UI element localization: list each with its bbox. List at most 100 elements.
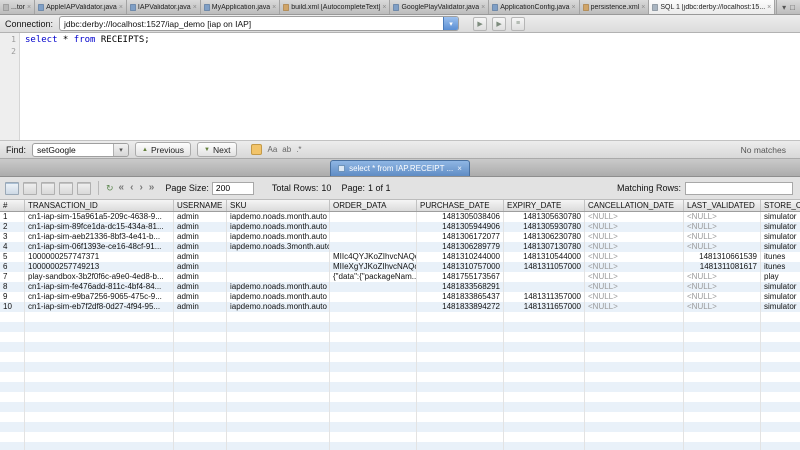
- cell-order-data[interactable]: [330, 282, 417, 292]
- cell-sku[interactable]: iapdemo.noads.3month.auto: [227, 242, 330, 252]
- cell-store-code[interactable]: play: [761, 272, 800, 282]
- cell-cancellation-date[interactable]: <NULL>: [585, 262, 684, 272]
- cell-last-validated[interactable]: <NULL>: [684, 222, 761, 232]
- cell-username[interactable]: admin: [174, 262, 227, 272]
- table-row-4[interactable]: 4cn1-iap-sim-06f1393e-ce16-48cf-91...adm…: [0, 242, 800, 252]
- table-row-3[interactable]: 3cn1-iap-sim-aeb21336-8bf3-4e41-b...admi…: [0, 232, 800, 242]
- cell-sku[interactable]: iapdemo.noads.month.auto: [227, 212, 330, 223]
- cell-order-data[interactable]: [330, 242, 417, 252]
- cell-cancellation-date[interactable]: <NULL>: [585, 222, 684, 232]
- whole-words-icon[interactable]: ab: [282, 146, 291, 154]
- cell-transaction-id[interactable]: cn1-iap-sim-aeb21336-8bf3-4e41-b...: [25, 232, 174, 242]
- cell-transaction-id[interactable]: cn1-iap-sim-89fce1da-dc15-434a-81...: [25, 222, 174, 232]
- cell-last-validated[interactable]: <NULL>: [684, 232, 761, 242]
- cell-last-validated[interactable]: <NULL>: [684, 282, 761, 292]
- cell-row-number[interactable]: 8: [0, 282, 25, 292]
- table-row-10[interactable]: 10cn1-iap-sim-eb7f2df8-0d27-4f94-95...ad…: [0, 302, 800, 312]
- cell-transaction-id[interactable]: play-sandbox-3b2f0f6c-a9e0-4ed8-b...: [25, 272, 174, 282]
- matching-rows-input[interactable]: [685, 182, 793, 195]
- insert-record-icon[interactable]: [23, 182, 37, 195]
- cell-purchase-date[interactable]: 1481310244000: [417, 252, 504, 262]
- cell-order-data[interactable]: [330, 232, 417, 242]
- cell-transaction-id[interactable]: cn1-iap-sim-eb7f2df8-0d27-4f94-95...: [25, 302, 174, 312]
- table-row-7[interactable]: 7play-sandbox-3b2f0f6c-a9e0-4ed8-b...adm…: [0, 272, 800, 282]
- cell-transaction-id[interactable]: cn1-iap-sim-06f1393e-ce16-48cf-91...: [25, 242, 174, 252]
- table-icon[interactable]: [5, 182, 19, 195]
- cell-row-number[interactable]: 9: [0, 292, 25, 302]
- refresh-icon[interactable]: ↻: [106, 184, 114, 193]
- cell-sku[interactable]: iapdemo.noads.month.auto: [227, 282, 330, 292]
- cell-expiry-date[interactable]: [504, 282, 585, 292]
- cell-username[interactable]: admin: [174, 302, 227, 312]
- cell-sku[interactable]: iapdemo.noads.month.auto: [227, 292, 330, 302]
- cell-cancellation-date[interactable]: <NULL>: [585, 242, 684, 252]
- cell-cancellation-date[interactable]: <NULL>: [585, 292, 684, 302]
- next-page-icon[interactable]: ›: [138, 183, 143, 193]
- cell-expiry-date[interactable]: 1481306230780: [504, 232, 585, 242]
- cell-cancellation-date[interactable]: <NULL>: [585, 282, 684, 292]
- sql-editor[interactable]: 1 2 select * from RECEIPTS;: [0, 33, 800, 141]
- cell-cancellation-date[interactable]: <NULL>: [585, 272, 684, 282]
- previous-page-icon[interactable]: ‹: [129, 183, 134, 193]
- close-icon[interactable]: ×: [457, 165, 462, 173]
- cell-purchase-date[interactable]: 1481833568291: [417, 282, 504, 292]
- close-icon[interactable]: ×: [767, 4, 771, 11]
- close-icon[interactable]: ×: [382, 4, 386, 11]
- column-header-sku[interactable]: SKU: [227, 200, 330, 212]
- close-icon[interactable]: ×: [27, 4, 31, 11]
- table-row-5[interactable]: 51000000257747371adminMIIc4QYJKoZIhvcNAQ…: [0, 252, 800, 262]
- find-previous-button[interactable]: ▲ Previous: [135, 142, 191, 157]
- cell-row-number[interactable]: 7: [0, 272, 25, 282]
- cell-last-validated[interactable]: <NULL>: [684, 292, 761, 302]
- editor-tab-applicationconfig-java[interactable]: ApplicationConfig.java×: [489, 0, 579, 14]
- cell-expiry-date[interactable]: 1481311357000: [504, 292, 585, 302]
- commit-changes-icon[interactable]: [59, 182, 73, 195]
- cell-purchase-date[interactable]: 1481305038406: [417, 212, 504, 223]
- cell-purchase-date[interactable]: 1481306172077: [417, 232, 504, 242]
- cell-store-code[interactable]: simulator: [761, 302, 800, 312]
- cell-expiry-date[interactable]: 1481311057000: [504, 262, 585, 272]
- column-header-cancellation-date[interactable]: CANCELLATION_DATE: [585, 200, 684, 212]
- cell-sku[interactable]: [227, 272, 330, 282]
- cell-transaction-id[interactable]: cn1-iap-sim-fe476add-811c-4bf4-84...: [25, 282, 174, 292]
- connection-dropdown-icon[interactable]: ▾: [443, 17, 458, 30]
- cell-purchase-date[interactable]: 1481306289779: [417, 242, 504, 252]
- column-header-transaction-id[interactable]: TRANSACTION_ID: [25, 200, 174, 212]
- cell-expiry-date[interactable]: 1481305630780: [504, 212, 585, 223]
- table-row-9[interactable]: 9cn1-iap-sim-e9ba7256-9065-475c-9...admi…: [0, 292, 800, 302]
- cell-order-data[interactable]: MIIc4QYJKoZIhvcNAQc...: [330, 252, 417, 262]
- cell-expiry-date[interactable]: 1481311657000: [504, 302, 585, 312]
- editor-tab-appleiapvalidator-java[interactable]: AppleIAPValidator.java×: [35, 0, 127, 14]
- cell-cancellation-date[interactable]: <NULL>: [585, 212, 684, 223]
- editor-tab-myapplication-java[interactable]: MyApplication.java×: [201, 0, 280, 14]
- cell-cancellation-date[interactable]: <NULL>: [585, 232, 684, 242]
- cell-store-code[interactable]: simulator: [761, 282, 800, 292]
- cell-transaction-id[interactable]: 1000000257749213: [25, 262, 174, 272]
- find-dropdown-icon[interactable]: ▾: [113, 144, 128, 156]
- editor-tab-googleplayvalidator-java[interactable]: GooglePlayValidator.java×: [390, 0, 489, 14]
- table-row-2[interactable]: 2cn1-iap-sim-89fce1da-dc15-434a-81...adm…: [0, 222, 800, 232]
- editor-tab-build-xml-autocompletetext[interactable]: build.xml [AutocompleteText]×: [280, 0, 390, 14]
- cell-expiry-date[interactable]: 1481307130780: [504, 242, 585, 252]
- close-icon[interactable]: ×: [119, 4, 123, 11]
- column-header-username[interactable]: USERNAME: [174, 200, 227, 212]
- sql-history-icon[interactable]: ≡: [511, 17, 525, 31]
- truncate-table-icon[interactable]: [77, 182, 91, 195]
- run-statement-icon[interactable]: ▶: [492, 17, 506, 31]
- cell-store-code[interactable]: itunes: [761, 252, 800, 262]
- cell-last-validated[interactable]: <NULL>: [684, 272, 761, 282]
- cell-last-validated[interactable]: <NULL>: [684, 242, 761, 252]
- cell-order-data[interactable]: [330, 292, 417, 302]
- table-row-8[interactable]: 8cn1-iap-sim-fe476add-811c-4bf4-84...adm…: [0, 282, 800, 292]
- cell-last-validated[interactable]: <NULL>: [684, 212, 761, 223]
- close-icon[interactable]: ×: [481, 4, 485, 11]
- cell-order-data[interactable]: [330, 222, 417, 232]
- cell-purchase-date[interactable]: 1481833894272: [417, 302, 504, 312]
- cell-store-code[interactable]: itunes: [761, 262, 800, 272]
- cell-username[interactable]: admin: [174, 222, 227, 232]
- column-header-purchase-date[interactable]: PURCHASE_DATE: [417, 200, 504, 212]
- cell-username[interactable]: admin: [174, 212, 227, 223]
- table-row-1[interactable]: 1cn1-iap-sim-15a961a5-209c-4638-9...admi…: [0, 212, 800, 223]
- cell-expiry-date[interactable]: 1481310544000: [504, 252, 585, 262]
- cell-sku[interactable]: [227, 252, 330, 262]
